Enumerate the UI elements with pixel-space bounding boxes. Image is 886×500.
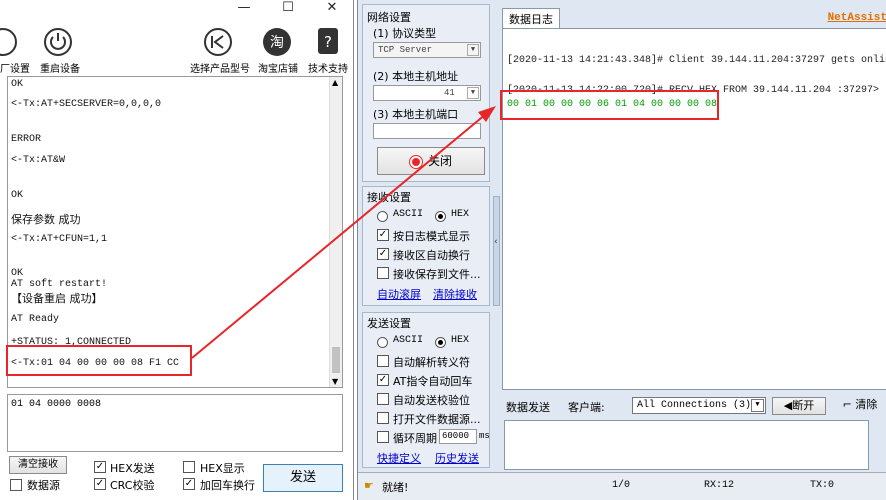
annotation-arrow (191, 106, 496, 359)
